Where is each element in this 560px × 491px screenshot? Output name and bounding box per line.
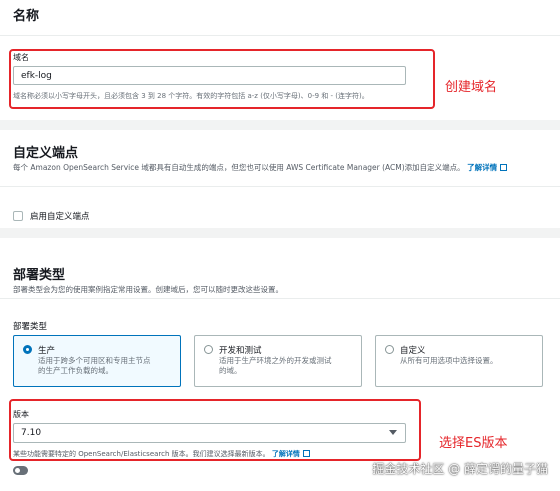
production-description: 适用于跨多个可用区和专用主节点 的生产工作负载的域。 [38, 356, 151, 376]
custom-endpoint-checkbox-label: 启用自定义端点 [30, 212, 90, 222]
radio-production[interactable] [23, 345, 32, 354]
deployment-option-production[interactable]: 生产 适用于跨多个可用区和专用主节点 的生产工作负载的域。 [13, 335, 181, 387]
production-desc-line1: 适用于跨多个可用区和专用主节点 [38, 356, 151, 365]
custom-endpoint-header: 自定义端点 每个 Amazon OpenSearch Service 域都具有自… [0, 130, 560, 187]
deployment-type-label: 部署类型 [13, 322, 48, 332]
domain-highlight-box [9, 49, 435, 109]
external-link-icon [500, 164, 508, 171]
custom-endpoint-description: 每个 Amazon OpenSearch Service 域都具有自动生成的端点… [13, 162, 508, 173]
deployment-description: 部署类型会为您的使用案例指定常用设置。创建域后，您可以随时更改这些设置。 [13, 285, 283, 294]
custom-endpoint-learn-more-link[interactable]: 了解详情 [467, 163, 497, 172]
radio-devtest[interactable] [204, 345, 213, 354]
custom-endpoint-panel: 自定义端点 每个 Amazon OpenSearch Service 域都具有自… [0, 130, 560, 228]
custom-title: 自定义 [400, 346, 426, 356]
custom-endpoint-checkbox[interactable] [13, 211, 23, 221]
deployment-header: 部署类型 部署类型会为您的使用案例指定常用设置。创建域后，您可以随时更改这些设置… [0, 238, 560, 299]
name-section-title: 名称 [13, 9, 40, 24]
version-highlight-box [9, 399, 421, 461]
custom-endpoint-description-text: 每个 Amazon OpenSearch Service 域都具有自动生成的端点… [13, 163, 465, 172]
devtest-desc-line1: 适用于生产环境之外的开发或测试 [219, 356, 332, 365]
devtest-title: 开发和测试 [219, 346, 262, 356]
devtest-description: 适用于生产环境之外的开发或测试 的域。 [219, 356, 332, 376]
custom-description: 从所有可用选项中选择设置。 [400, 356, 498, 366]
watermark: 掘金技术社区 @ 薛定谔的量子猫 [372, 462, 548, 476]
custom-desc-line1: 从所有可用选项中选择设置。 [400, 356, 498, 365]
name-panel-header: 名称 [0, 0, 560, 36]
choose-version-annotation: 选择ES版本 [439, 436, 508, 451]
devtest-desc-line2: 的域。 [219, 366, 242, 375]
deployment-option-devtest[interactable]: 开发和测试 适用于生产环境之外的开发或测试 的域。 [194, 335, 362, 387]
deployment-option-custom[interactable]: 自定义 从所有可用选项中选择设置。 [375, 335, 543, 387]
production-title: 生产 [38, 346, 56, 356]
create-domain-annotation: 创建域名 [445, 80, 498, 95]
custom-endpoint-title: 自定义端点 [13, 146, 79, 161]
production-desc-line2: 的生产工作负载的域。 [38, 366, 113, 375]
deployment-title: 部署类型 [13, 268, 66, 283]
radio-custom[interactable] [385, 345, 394, 354]
toggle-switch[interactable] [13, 466, 28, 475]
